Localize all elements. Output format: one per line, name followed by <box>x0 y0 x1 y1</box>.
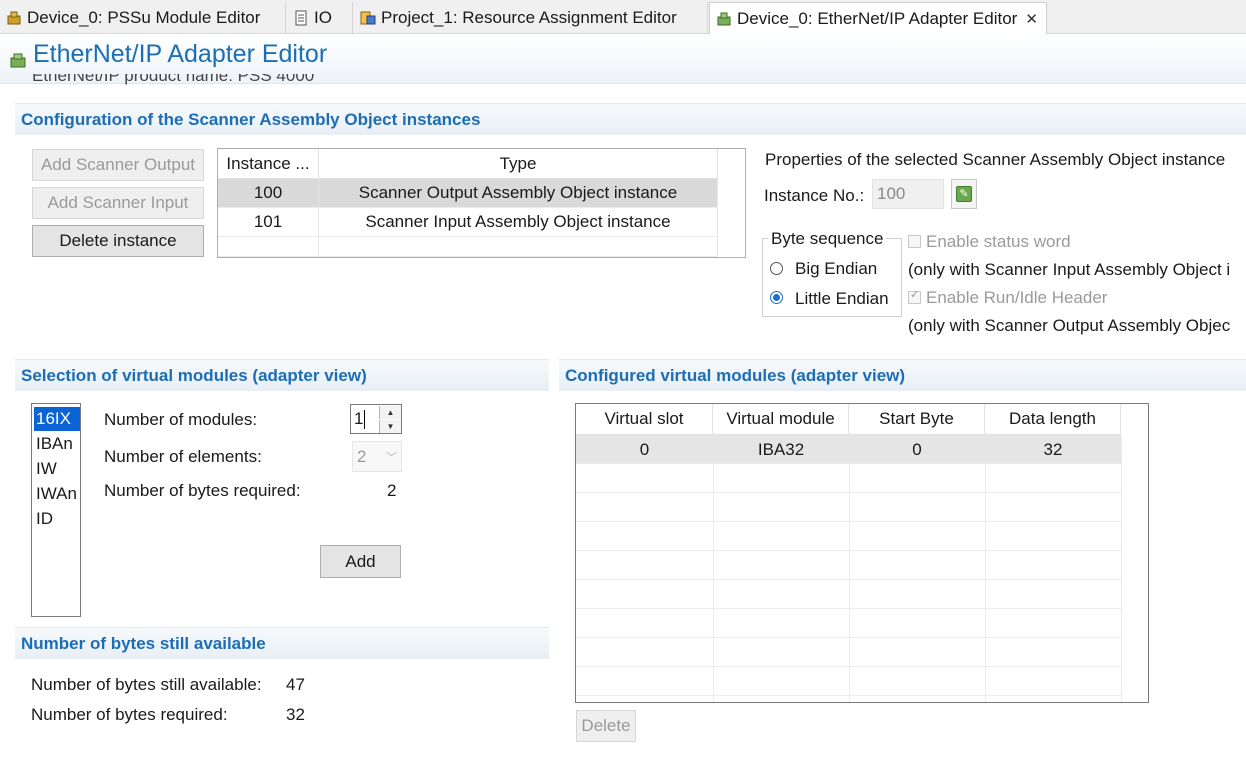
column-header-type[interactable]: Type <box>319 149 718 179</box>
bytes-required-total-value: 32 <box>286 705 305 724</box>
cell-slot: 0 <box>639 439 650 459</box>
document-icon <box>293 10 309 26</box>
empty-row <box>576 464 1121 493</box>
cell-empty <box>319 237 718 257</box>
section-title: Number of bytes still available <box>21 634 266 653</box>
column-header-start-byte[interactable]: Start Byte <box>849 404 985 435</box>
tab-label: Project_1: Resource Assignment Editor <box>381 7 677 27</box>
spinner-up-icon[interactable]: ▲ <box>379 406 401 419</box>
cell-type: Scanner Output Assembly Object instance <box>319 179 718 208</box>
tab-label: Device_0: EtherNet/IP Adapter Editor <box>737 8 1018 28</box>
tab-label: IO <box>314 7 332 27</box>
num-elements-label: Number of elements: <box>104 447 262 466</box>
run-idle-note: (only with Scanner Output Assembly Objec <box>908 316 1231 335</box>
delete-instance-button[interactable]: Delete instance <box>32 225 204 257</box>
product-name-line: EtherNet/IP product name: PSS 4000 <box>32 74 315 85</box>
byte-sequence-label: Byte sequence <box>768 229 887 249</box>
tab-ethernet-ip-adapter-editor[interactable]: Device_0: EtherNet/IP Adapter Editor ✕ <box>709 2 1047 34</box>
table-row[interactable]: 0 IBA32 0 32 <box>576 435 1121 464</box>
chevron-down-icon: ﹀ <box>386 452 397 464</box>
editor-tab-bar: Device_0: PSSu Module Editor IO Project_… <box>0 0 1246 34</box>
enable-run-idle-label: Enable Run/Idle Header <box>926 288 1108 307</box>
num-elements-combo[interactable]: 2 ﹀ <box>352 441 402 472</box>
cell-instance: 101 <box>218 208 319 237</box>
add-scanner-output-button[interactable]: Add Scanner Output <box>32 149 204 181</box>
empty-row <box>576 551 1121 580</box>
edit-instance-button[interactable]: ✎ <box>951 179 977 209</box>
instance-no-field[interactable]: 100 <box>872 179 944 209</box>
section-title: Selection of virtual modules (adapter vi… <box>21 366 367 385</box>
list-item[interactable]: IW <box>34 457 80 481</box>
enable-status-word-checkbox[interactable] <box>908 235 921 248</box>
device-icon <box>716 11 732 27</box>
cell-instance: 100 <box>218 179 319 208</box>
section-header-selection: Selection of virtual modules (adapter vi… <box>15 359 549 391</box>
tab-io[interactable]: IO <box>287 2 353 33</box>
empty-row <box>576 667 1121 696</box>
delete-module-button[interactable]: Delete <box>576 710 636 742</box>
list-item[interactable]: IWAn <box>34 482 80 506</box>
device-icon <box>6 10 22 26</box>
column-header-virtual-module[interactable]: Virtual module <box>713 404 849 435</box>
cell-type: Scanner Input Assembly Object instance <box>319 208 718 237</box>
bytes-required-value: 2 <box>387 481 397 500</box>
little-endian-label[interactable]: Little Endian <box>795 289 889 309</box>
section-header-bytes: Number of bytes still available <box>15 627 549 659</box>
num-modules-spinner[interactable]: 1 ▲ ▼ <box>350 404 402 434</box>
bytes-required-label: Number of bytes required: <box>104 481 301 500</box>
close-icon[interactable]: ✕ <box>1025 10 1038 28</box>
instance-table: Instance ... Type 100 Scanner Output Ass… <box>217 148 746 258</box>
big-endian-radio[interactable] <box>770 262 783 275</box>
big-endian-label[interactable]: Big Endian <box>795 259 877 279</box>
empty-row <box>576 638 1121 667</box>
text-caret <box>364 410 365 429</box>
section-header-scanner: Configuration of the Scanner Assembly Ob… <box>15 103 1246 135</box>
enable-status-word-label: Enable status word <box>926 232 1071 251</box>
spinner-down-icon[interactable]: ▼ <box>379 420 401 433</box>
table-row-empty <box>218 237 718 257</box>
empty-row <box>576 609 1121 638</box>
add-module-button[interactable]: Add <box>320 545 401 578</box>
empty-row <box>576 580 1121 609</box>
bytes-required-total-label: Number of bytes required: <box>31 705 228 724</box>
cell-module: IBA32 <box>757 439 805 459</box>
table-row[interactable]: 101 Scanner Input Assembly Object instan… <box>218 208 718 237</box>
resource-icon <box>360 10 376 26</box>
tab-pssu-module-editor[interactable]: Device_0: PSSu Module Editor <box>0 2 286 33</box>
grid-line <box>1121 435 1122 702</box>
tab-label: Device_0: PSSu Module Editor <box>27 7 261 27</box>
page-title: EtherNet/IP Adapter Editor <box>33 40 328 68</box>
edit-icon: ✎ <box>956 186 972 202</box>
combo-value: 2 <box>357 447 367 466</box>
properties-title: Properties of the selected Scanner Assem… <box>765 150 1226 169</box>
list-item[interactable]: IBAn <box>34 432 80 456</box>
cell-empty <box>218 237 319 257</box>
list-item[interactable]: 16IX <box>34 407 80 431</box>
instance-no-label: Instance No.: <box>764 186 865 205</box>
cell-start-byte: 0 <box>912 439 922 459</box>
cell-data-length: 32 <box>1043 439 1063 459</box>
num-modules-label: Number of modules: <box>104 410 258 429</box>
table-row[interactable]: 100 Scanner Output Assembly Object insta… <box>218 179 718 208</box>
bytes-available-value: 47 <box>286 675 305 694</box>
spinner-value: 1 <box>354 409 364 428</box>
list-item[interactable]: ID <box>34 507 80 531</box>
enable-run-idle-checkbox[interactable] <box>908 288 921 304</box>
section-header-configured: Configured virtual modules (adapter view… <box>559 359 1246 391</box>
empty-row <box>576 493 1121 522</box>
add-scanner-input-button[interactable]: Add Scanner Input <box>32 187 204 219</box>
status-word-note: (only with Scanner Input Assembly Object… <box>908 260 1231 279</box>
adapter-editor-icon <box>10 51 28 69</box>
virtual-module-list: 16IX IBAn IW IWAn ID <box>31 403 81 617</box>
tab-resource-assignment-editor[interactable]: Project_1: Resource Assignment Editor <box>354 2 708 33</box>
little-endian-radio[interactable] <box>770 291 783 304</box>
section-title: Configuration of the Scanner Assembly Ob… <box>21 110 481 129</box>
column-header-virtual-slot[interactable]: Virtual slot <box>576 404 713 435</box>
empty-row <box>576 522 1121 551</box>
section-title: Configured virtual modules (adapter view… <box>565 366 906 385</box>
bytes-available-label: Number of bytes still available: <box>31 675 262 694</box>
column-header-instance[interactable]: Instance ... <box>218 149 319 179</box>
column-header-data-length[interactable]: Data length <box>985 404 1121 435</box>
configured-modules-table: Virtual slot Virtual module Start Byte D… <box>575 403 1149 703</box>
